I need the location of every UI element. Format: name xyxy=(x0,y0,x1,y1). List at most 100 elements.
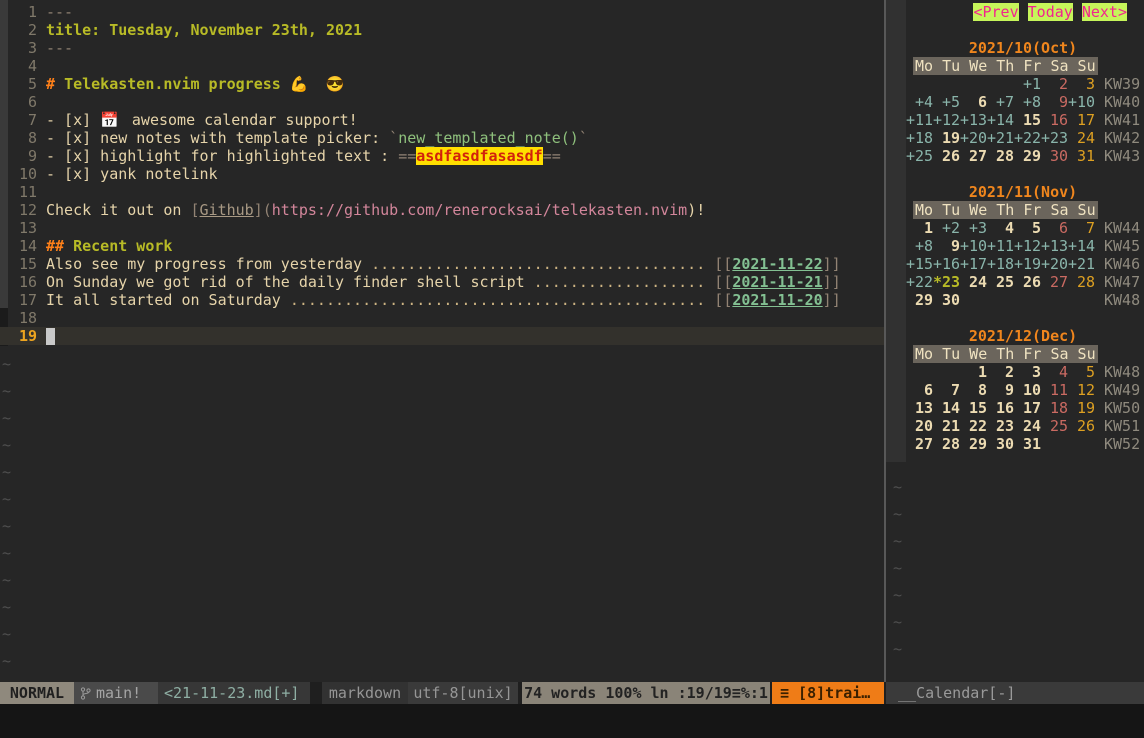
calendar-day[interactable]: +10 xyxy=(960,237,987,255)
editor-line[interactable]: 4 xyxy=(0,57,884,75)
calendar-day[interactable]: 9 xyxy=(1041,93,1068,111)
calendar-day[interactable]: 16 xyxy=(987,399,1014,417)
calendar-day[interactable]: +23 xyxy=(1041,129,1068,147)
calendar-day[interactable]: 29 xyxy=(1014,147,1041,165)
calendar-day[interactable]: 6 xyxy=(906,381,933,399)
calendar-day[interactable]: +16 xyxy=(933,255,960,273)
editor-line[interactable]: 2title: Tuesday, November 23th, 2021 xyxy=(0,21,884,39)
editor-line[interactable]: 11 xyxy=(0,183,884,201)
calendar-day[interactable]: 15 xyxy=(960,399,987,417)
calendar-day[interactable]: 26 xyxy=(1068,417,1095,435)
editor-pane[interactable]: 1---2title: Tuesday, November 23th, 2021… xyxy=(0,0,884,682)
editor-line[interactable]: 15Also see my progress from yesterday ..… xyxy=(0,255,884,273)
editor-line[interactable]: 1--- xyxy=(0,3,884,21)
calendar-day[interactable]: 1 xyxy=(960,363,987,381)
calendar-day[interactable]: +4 xyxy=(906,93,933,111)
calendar-day[interactable]: 5 xyxy=(1014,219,1041,237)
calendar-day[interactable]: 25 xyxy=(987,273,1014,291)
calendar-day[interactable]: 4 xyxy=(1041,363,1068,381)
calendar-day[interactable]: 2 xyxy=(1041,75,1068,93)
calendar-day[interactable]: +19 xyxy=(1014,255,1041,273)
calendar-pane[interactable]: <Prev Today Next>2021/10(Oct)Mo Tu We Th… xyxy=(886,0,1144,682)
calendar-day[interactable]: +21 xyxy=(1068,255,1095,273)
calendar-day[interactable]: +14 xyxy=(987,111,1014,129)
calendar-day[interactable]: +18 xyxy=(906,129,933,147)
calendar-day[interactable]: 17 xyxy=(1014,399,1041,417)
calendar-day[interactable]: +18 xyxy=(987,255,1014,273)
calendar-day[interactable]: 13 xyxy=(906,399,933,417)
calendar-day[interactable]: 18 xyxy=(1041,399,1068,417)
editor-line[interactable]: 8- [x] new notes with template picker: `… xyxy=(0,129,884,147)
calendar-day[interactable]: +13 xyxy=(1041,237,1068,255)
calendar-day[interactable]: +8 xyxy=(1014,93,1041,111)
calendar-day[interactable]: 6 xyxy=(1041,219,1068,237)
calendar-day[interactable]: +12 xyxy=(933,111,960,129)
calendar-day[interactable]: +15 xyxy=(906,255,933,273)
calendar-day[interactable]: +17 xyxy=(960,255,987,273)
calendar-day[interactable]: +7 xyxy=(987,93,1014,111)
calendar-day[interactable]: 27 xyxy=(960,147,987,165)
calendar-day[interactable]: 27 xyxy=(906,435,933,453)
editor-line[interactable]: 19 xyxy=(0,327,884,345)
calendar-day[interactable]: 16 xyxy=(1041,111,1068,129)
editor-line[interactable]: 18 xyxy=(0,309,884,327)
calendar-day[interactable]: 3 xyxy=(1068,75,1095,93)
editor-line[interactable]: 7- [x] 📅 awesome calendar support! xyxy=(0,111,884,129)
calendar-day[interactable]: 9 xyxy=(933,237,960,255)
calendar-day[interactable]: +20 xyxy=(960,129,987,147)
calendar-day[interactable]: 25 xyxy=(1041,417,1068,435)
calendar-day[interactable]: +1 xyxy=(1014,75,1041,93)
calendar-day[interactable]: 12 xyxy=(1068,381,1095,399)
calendar-day[interactable]: 17 xyxy=(1068,111,1095,129)
calendar-day[interactable]: +25 xyxy=(906,147,933,165)
calendar-day[interactable]: 30 xyxy=(933,291,960,309)
calendar-day[interactable]: *23 xyxy=(933,273,960,291)
calendar-day[interactable]: 7 xyxy=(1068,219,1095,237)
calendar-day[interactable]: 19 xyxy=(933,129,960,147)
calendar-day[interactable]: 6 xyxy=(960,93,987,111)
editor-line[interactable]: 6 xyxy=(0,93,884,111)
editor-line[interactable]: 5# Telekasten.nvim progress 💪 😎 xyxy=(0,75,884,93)
calendar-day[interactable]: +12 xyxy=(1014,237,1041,255)
calendar-day[interactable]: 29 xyxy=(960,435,987,453)
calendar-day[interactable]: 30 xyxy=(987,435,1014,453)
calendar-day[interactable]: 4 xyxy=(987,219,1014,237)
calendar-day[interactable]: 20 xyxy=(906,417,933,435)
editor-line[interactable]: 17It all started on Saturday ...........… xyxy=(0,291,884,309)
calendar-day[interactable]: 15 xyxy=(1014,111,1041,129)
calendar-day[interactable]: 2 xyxy=(987,363,1014,381)
calendar-day[interactable]: 1 xyxy=(906,219,933,237)
calendar-day[interactable]: 3 xyxy=(1014,363,1041,381)
calendar-day[interactable]: +21 xyxy=(987,129,1014,147)
calendar-day[interactable]: +13 xyxy=(960,111,987,129)
calendar-day[interactable]: 31 xyxy=(1068,147,1095,165)
calendar-day[interactable]: 28 xyxy=(987,147,1014,165)
calendar-day[interactable]: 5 xyxy=(1068,363,1095,381)
calendar-day[interactable]: +14 xyxy=(1068,237,1095,255)
calendar-day[interactable]: 14 xyxy=(933,399,960,417)
editor-line[interactable]: 9- [x] highlight for highlighted text : … xyxy=(0,147,884,165)
editor-line[interactable]: 13 xyxy=(0,219,884,237)
calendar-day[interactable]: +8 xyxy=(906,237,933,255)
calendar-today-button[interactable]: Today xyxy=(1028,3,1073,21)
calendar-day[interactable]: +10 xyxy=(1068,93,1095,111)
calendar-day[interactable]: 19 xyxy=(1068,399,1095,417)
calendar-day[interactable]: 27 xyxy=(1041,273,1068,291)
calendar-day[interactable]: 23 xyxy=(987,417,1014,435)
editor-line[interactable]: 16On Sunday we got rid of the daily find… xyxy=(0,273,884,291)
calendar-day[interactable]: 28 xyxy=(933,435,960,453)
calendar-day[interactable]: 24 xyxy=(1014,417,1041,435)
calendar-day[interactable]: 7 xyxy=(933,381,960,399)
editor-line[interactable]: 12Check it out on [Github](https://githu… xyxy=(0,201,884,219)
calendar-day[interactable]: +22 xyxy=(1014,129,1041,147)
calendar-day[interactable]: 22 xyxy=(960,417,987,435)
editor-line[interactable]: 10- [x] yank notelink xyxy=(0,165,884,183)
calendar-day[interactable]: 31 xyxy=(1014,435,1041,453)
calendar-day[interactable]: +3 xyxy=(960,219,987,237)
calendar-prev-button[interactable]: <Prev xyxy=(973,3,1018,21)
calendar-day[interactable]: 30 xyxy=(1041,147,1068,165)
calendar-day[interactable]: 10 xyxy=(1014,381,1041,399)
calendar-day[interactable]: +2 xyxy=(933,219,960,237)
calendar-day[interactable]: 9 xyxy=(987,381,1014,399)
calendar-day[interactable]: +11 xyxy=(906,111,933,129)
